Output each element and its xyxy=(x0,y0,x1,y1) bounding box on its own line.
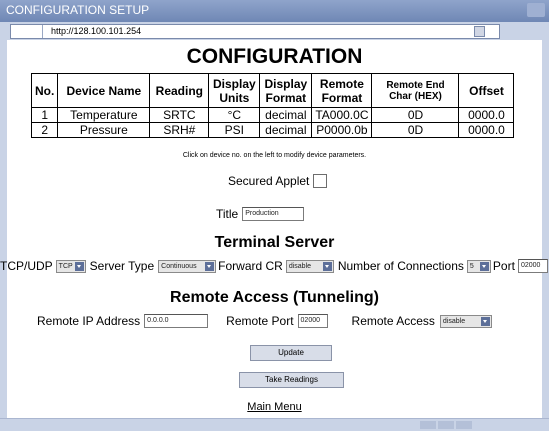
title-bar: CONFIGURATION SETUP xyxy=(0,0,549,22)
remote-access-row: Remote IP Address 0.0.0.0 Remote Port 02… xyxy=(37,314,492,328)
cell-remote-format: P0000.0b xyxy=(311,122,373,138)
main-menu-link[interactable]: Main Menu xyxy=(7,401,542,413)
server-type-value: Continuous xyxy=(161,262,197,270)
remote-port-input[interactable]: 02000 xyxy=(297,314,328,328)
cell-display-format: decimal xyxy=(259,122,313,138)
table-row: 1 Temperature SRTC °C decimal TA000.0C 0… xyxy=(30,107,515,123)
terminal-server-heading: Terminal Server xyxy=(214,234,335,251)
col-header-display-units: Display Units xyxy=(208,73,261,108)
address-bar[interactable]: http://128.100.101.254 xyxy=(10,24,500,39)
table-header-row: No. Device Name Reading Display Units Di… xyxy=(30,73,515,108)
cell-reading: SRTC xyxy=(149,107,210,123)
status-segment xyxy=(456,421,472,429)
window-title: CONFIGURATION SETUP xyxy=(6,3,150,17)
cell-remote-end-char: 0D xyxy=(371,122,460,138)
cell-offset: 0000.0 xyxy=(458,107,515,123)
device-number-link[interactable]: 1 xyxy=(30,107,59,123)
browser-window: CONFIGURATION SETUP http://128.100.101.2… xyxy=(0,0,549,431)
port-input[interactable]: 02000 xyxy=(517,259,548,273)
col-header-remote-end-char: Remote End Char (HEX) xyxy=(371,73,460,108)
col-header-reading: Reading xyxy=(149,73,210,108)
address-url: http://128.100.101.254 xyxy=(51,26,142,36)
title-row: Title Production xyxy=(216,207,305,221)
update-button[interactable]: Update xyxy=(250,345,332,361)
cell-display-format: decimal xyxy=(259,107,313,123)
page-title: CONFIGURATION xyxy=(186,45,363,68)
connections-label: Number of Connections xyxy=(337,259,464,273)
chevron-down-icon xyxy=(480,316,490,326)
col-header-device-name: Device Name xyxy=(57,73,151,108)
chevron-down-icon xyxy=(74,261,84,271)
chevron-down-icon xyxy=(479,261,489,271)
table-note: Click on device no. on the left to modif… xyxy=(182,152,367,159)
brand-logo-icon xyxy=(527,3,545,17)
remote-access-label: Remote Access xyxy=(351,314,435,328)
cell-display-units: PSI xyxy=(208,122,261,138)
remote-ip-input[interactable]: 0.0.0.0 xyxy=(144,314,209,328)
remote-access-select[interactable]: disable xyxy=(439,314,492,328)
tcp-udp-label: TCP/UDP xyxy=(0,259,53,273)
connections-select[interactable]: 5 xyxy=(466,259,491,273)
right-frame-edge xyxy=(542,40,549,418)
status-segment xyxy=(438,421,454,429)
secured-applet-label: Secured Applet xyxy=(228,174,310,188)
col-header-no: No. xyxy=(30,73,59,108)
secured-applet-checkbox[interactable] xyxy=(313,174,328,188)
port-label: Port xyxy=(492,259,515,273)
cell-reading: SRH# xyxy=(149,122,210,138)
remote-access-heading: Remote Access (Tunneling) xyxy=(170,289,379,306)
connections-value: 5 xyxy=(469,262,474,270)
terminal-server-row: TCP/UDP TCP Server Type Continuous Forwa… xyxy=(0,259,548,273)
cell-display-units: °C xyxy=(208,107,261,123)
device-number-link[interactable]: 2 xyxy=(30,122,59,138)
device-table: No. Device Name Reading Display Units Di… xyxy=(30,73,515,138)
remote-access-value: disable xyxy=(442,317,466,325)
address-dropdown-icon[interactable] xyxy=(474,26,485,37)
config-page: CONFIGURATION No. Device Name Reading Di… xyxy=(0,40,548,418)
chevron-down-icon xyxy=(205,261,215,271)
secured-applet-row: Secured Applet xyxy=(228,174,328,188)
tcp-udp-value: TCP xyxy=(58,262,73,270)
forward-cr-select[interactable]: disable xyxy=(285,259,334,273)
col-header-offset: Offset xyxy=(458,73,515,108)
cell-remote-format: TA000.0C xyxy=(311,107,373,123)
address-bar-icon-area xyxy=(11,25,43,38)
server-type-select[interactable]: Continuous xyxy=(158,259,217,273)
title-input[interactable]: Production xyxy=(242,207,305,221)
forward-cr-label: Forward CR xyxy=(218,259,283,273)
take-readings-button[interactable]: Take Readings xyxy=(239,372,344,388)
title-label: Title xyxy=(216,207,239,221)
server-type-label: Server Type xyxy=(89,259,155,273)
table-row: 2 Pressure SRH# PSI decimal P0000.0b 0D … xyxy=(30,122,515,138)
status-bar xyxy=(0,418,549,431)
cell-device-name: Pressure xyxy=(57,122,151,138)
cell-offset: 0000.0 xyxy=(458,122,515,138)
remote-port-label: Remote Port xyxy=(226,314,294,328)
tcp-udp-select[interactable]: TCP xyxy=(55,259,86,273)
forward-cr-value: disable xyxy=(288,262,312,270)
status-segment xyxy=(420,421,436,429)
col-header-remote-format: Remote Format xyxy=(311,73,373,108)
cell-device-name: Temperature xyxy=(57,107,151,123)
chevron-down-icon xyxy=(322,261,332,271)
cell-remote-end-char: 0D xyxy=(371,107,460,123)
col-header-display-format: Display Format xyxy=(259,73,313,108)
remote-ip-label: Remote IP Address xyxy=(37,314,141,328)
